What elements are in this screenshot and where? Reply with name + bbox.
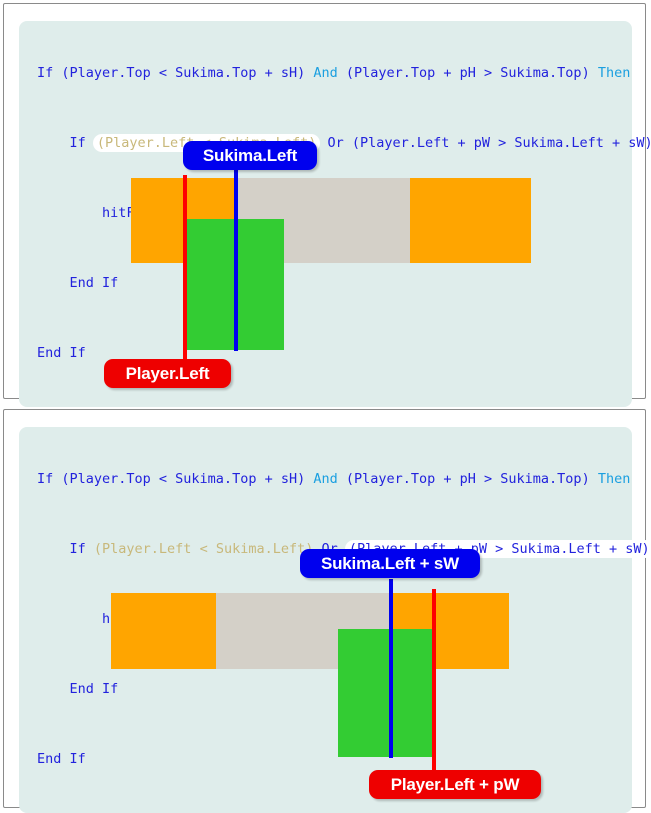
player-left-pw-guide-line [432,589,436,773]
label-player-left-text: Player.Left [125,363,210,383]
label-player-left-pw: Player.Left + pW [369,770,541,799]
sukima-left-sw-guide-line [389,579,393,758]
player-left-guide-line [183,175,187,361]
label-sukima-left: Sukima.Left [183,141,317,170]
gap-bar-left-orange-2 [111,593,216,669]
diagram-case-1: Sukima.Left Player.Left [4,4,647,398]
panel-case-right-edge: If (Player.Top < Sukima.Top + sH) And (P… [3,409,651,813]
label-sukima-left-sw-text: Sukima.Left + sW [320,553,460,573]
sukima-left-guide-line [234,165,238,351]
panel-case-left-edge: If (Player.Top < Sukima.Top + sH) And (P… [3,3,651,407]
label-player-left: Player.Left [104,359,231,388]
player-block-green-2 [338,629,433,757]
gap-bar-right-orange [410,178,531,263]
label-sukima-left-sw: Sukima.Left + sW [300,549,480,578]
label-player-left-pw-text: Player.Left + pW [390,774,520,794]
diagram-case-2: Sukima.Left + sW Player.Left + pW [4,410,647,807]
label-sukima-left-text: Sukima.Left [202,145,298,165]
